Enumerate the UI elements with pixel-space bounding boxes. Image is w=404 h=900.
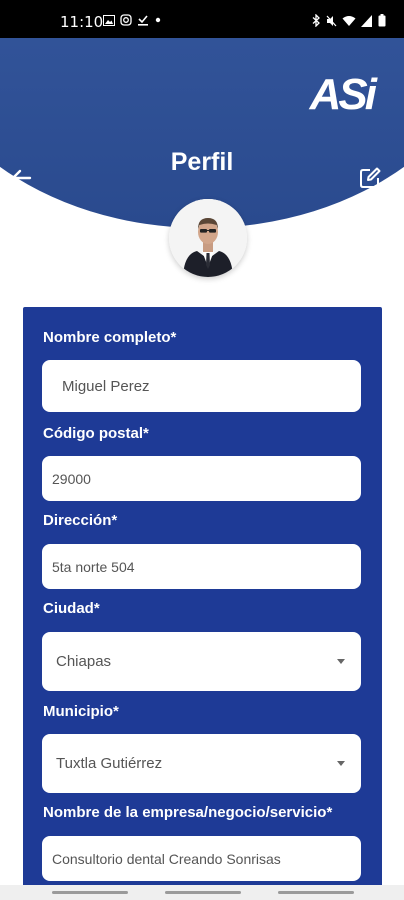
chevron-down-icon	[337, 659, 345, 664]
edit-icon	[360, 167, 381, 188]
ciudad-value: Chiapas	[56, 653, 112, 670]
direccion-field[interactable]	[42, 544, 361, 589]
signal-icon	[361, 14, 372, 27]
codigo-postal-field[interactable]	[42, 456, 361, 501]
mute-icon	[326, 15, 337, 26]
profile-form: Nombre completo* Código postal* Direcció…	[23, 307, 382, 900]
nav-home-button[interactable]	[165, 891, 241, 894]
person-photo	[169, 199, 247, 277]
download-done-icon	[138, 15, 148, 26]
status-bar: 11:10	[0, 0, 404, 38]
system-nav-bar	[0, 885, 404, 900]
page-title: Perfil	[170, 148, 234, 176]
codigo-postal-label: Código postal*	[43, 425, 149, 442]
municipio-select[interactable]: Tuxtla Gutiérrez	[42, 734, 361, 793]
asi-logo: ASi	[309, 70, 377, 119]
chevron-down-icon	[337, 761, 345, 766]
municipio-value: Tuxtla Gutiérrez	[56, 755, 163, 772]
nombre-label: Nombre completo*	[43, 329, 177, 346]
empresa-field[interactable]	[42, 836, 361, 881]
status-right-icons	[312, 14, 386, 27]
profile-avatar[interactable]	[169, 199, 247, 277]
empresa-label: Nombre de la empresa/negocio/servicio*	[43, 804, 333, 821]
direccion-label: Dirección*	[43, 512, 118, 529]
wifi-icon	[342, 15, 356, 26]
status-time: 11:10	[60, 13, 104, 31]
instagram-icon	[120, 14, 132, 26]
municipio-label: Municipio*	[43, 703, 119, 720]
dot-icon	[155, 17, 161, 23]
nav-back-button[interactable]	[278, 891, 354, 894]
nav-recents-button[interactable]	[52, 891, 128, 894]
ciudad-label: Ciudad*	[43, 600, 100, 617]
nombre-field[interactable]	[42, 360, 361, 412]
status-left-icons	[103, 14, 162, 26]
gallery-icon	[103, 14, 115, 26]
edit-button[interactable]	[357, 165, 383, 191]
bluetooth-icon	[312, 14, 320, 27]
ciudad-select[interactable]: Chiapas	[42, 632, 361, 691]
battery-icon	[378, 14, 386, 27]
